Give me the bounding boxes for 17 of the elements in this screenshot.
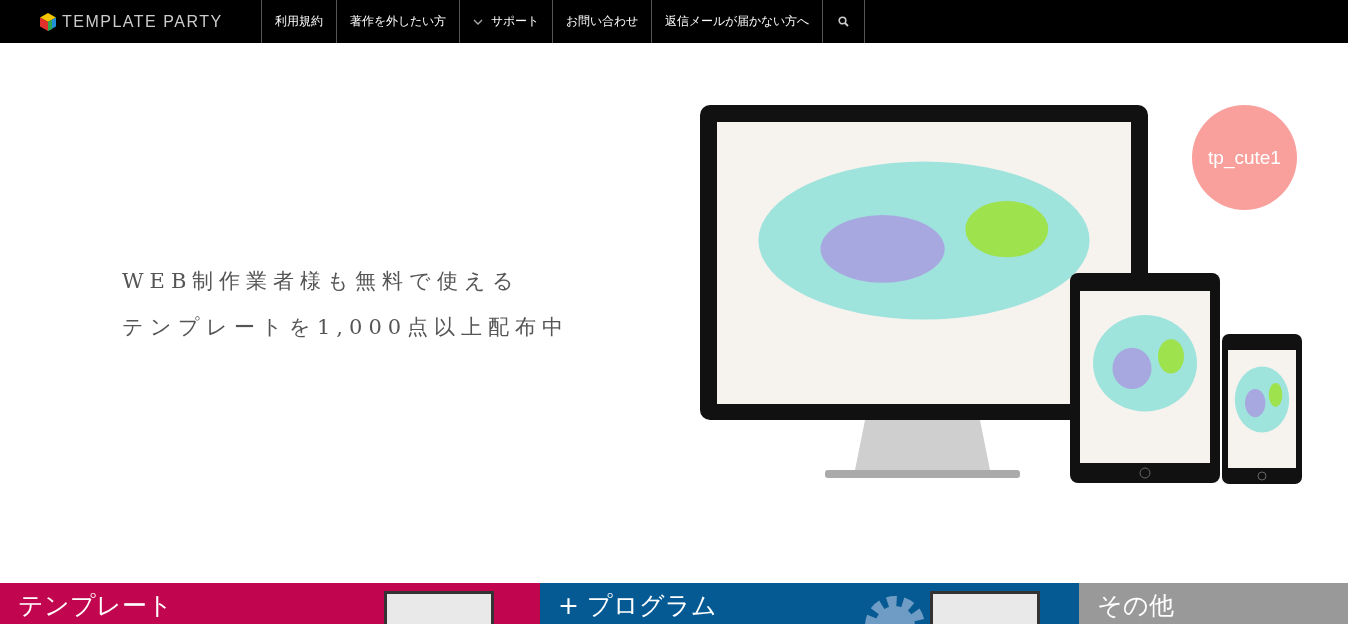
logo-text: TEMPLATE PARTY — [62, 12, 223, 31]
chevron-down-icon — [473, 18, 483, 25]
nav-link[interactable]: 著作を外したい方 — [337, 0, 460, 43]
category-card[interactable]: + プログラム — [540, 583, 1079, 624]
template-badge: tp_cute1 — [1192, 105, 1297, 210]
search-icon — [838, 16, 849, 27]
category-card[interactable]: テンプレート — [0, 583, 540, 624]
tagline-text: テンプレートを1,000点以上配布中 — [122, 314, 571, 341]
nav-link[interactable]: 返信メールが届かない方へ — [652, 0, 823, 43]
category-title: + プログラム — [558, 591, 717, 620]
nav-dropdown[interactable]: サポート — [460, 0, 553, 43]
nav-link[interactable]: お問い合わせ — [553, 0, 652, 43]
cube-logo-icon — [40, 12, 56, 31]
nav-link[interactable]: 利用規約 — [262, 0, 337, 43]
category-title: その他 — [1097, 591, 1174, 620]
tagline-text: WEB制作業者様も無料で使える — [122, 268, 522, 295]
category-title: テンプレート — [18, 591, 173, 620]
